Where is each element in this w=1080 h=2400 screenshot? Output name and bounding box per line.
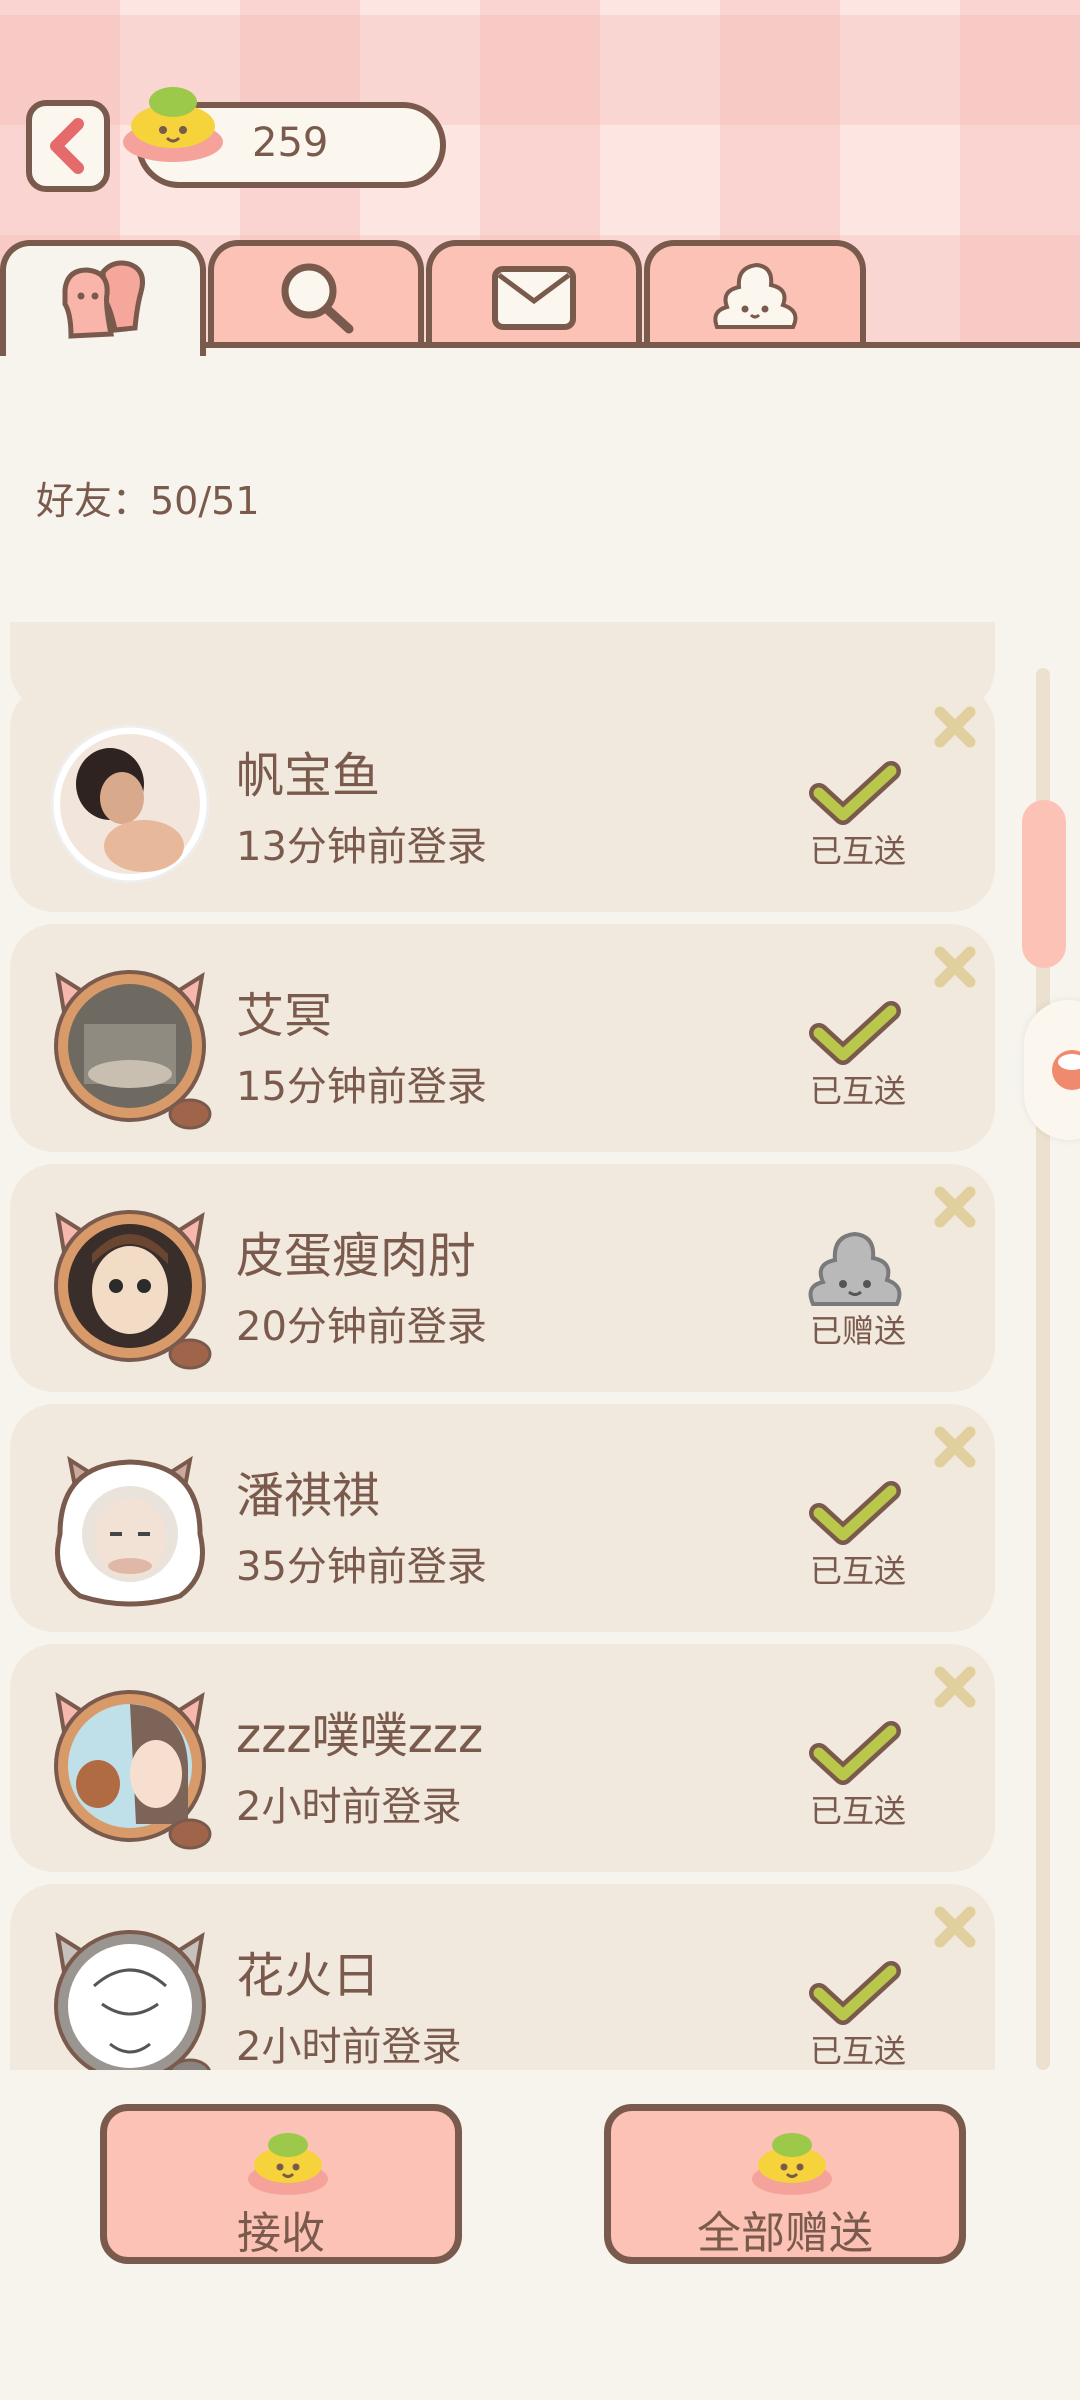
back-button[interactable] xyxy=(26,100,110,192)
check-icon xyxy=(809,1481,901,1545)
poop-coin-icon xyxy=(752,2133,832,2195)
chevron-left-icon xyxy=(50,118,84,174)
give-all-label: 全部赠送 xyxy=(697,2208,873,2259)
currency-count: 259 xyxy=(252,120,329,166)
gift-status: 已互送 xyxy=(810,1792,907,1830)
tab-search[interactable] xyxy=(208,240,424,348)
avatar[interactable] xyxy=(40,1914,220,2070)
last-login: 35分钟前登录 xyxy=(236,1544,487,1590)
search-icon xyxy=(281,263,354,334)
friend-name: 潘祺祺 xyxy=(236,1468,381,1524)
avatar[interactable] xyxy=(40,954,220,1134)
list-item[interactable]: 艾冥 15分钟前登录 已互送 xyxy=(10,924,995,1152)
check-icon xyxy=(809,761,901,825)
close-icon[interactable] xyxy=(930,1662,980,1712)
last-login: 13分钟前登录 xyxy=(236,824,487,870)
receive-label: 接收 xyxy=(237,2208,325,2259)
tab-poop[interactable] xyxy=(644,240,866,348)
mail-icon xyxy=(492,266,576,330)
last-login: 2小时前登录 xyxy=(236,2024,462,2070)
list-item[interactable]: 花火日 2小时前登录 已互送 xyxy=(10,1884,995,2070)
gift-status: 已赠送 xyxy=(810,1312,907,1350)
poop-coin-icon xyxy=(248,2133,328,2195)
scrollbar-thumb[interactable] xyxy=(1022,800,1066,968)
list-item[interactable]: zzz噗噗zzz 2小时前登录 已互送 xyxy=(10,1644,995,1872)
avatar[interactable] xyxy=(40,1434,220,1614)
gray-poop-icon xyxy=(808,1231,902,1306)
receive-button[interactable]: 接收 xyxy=(100,2104,462,2264)
friend-name: zzz噗噗zzz xyxy=(236,1708,484,1764)
check-icon xyxy=(809,1001,901,1065)
panda-hood-avatar xyxy=(55,1455,205,1607)
cat-frame-avatar xyxy=(54,1690,212,1850)
poop-icon xyxy=(1052,1050,1080,1090)
avatar[interactable] xyxy=(40,714,220,894)
check-icon xyxy=(809,1721,901,1785)
tab-friends[interactable] xyxy=(0,240,206,356)
last-login: 15分钟前登录 xyxy=(236,1064,487,1110)
friend-list[interactable]: 帆宝鱼 13分钟前登录 已互送 艾冥 15分钟前登录 已互送 皮蛋瘦肉肘 20分… xyxy=(0,622,1000,2070)
cat-frame-avatar xyxy=(54,1210,212,1370)
cat-frame-avatar xyxy=(54,970,212,1130)
poop-coin-icon xyxy=(123,87,223,162)
friend-name: 艾冥 xyxy=(236,988,333,1044)
close-icon[interactable] xyxy=(930,1422,980,1472)
gift-status: 已互送 xyxy=(810,1552,907,1590)
friends-icon xyxy=(62,260,145,339)
close-icon[interactable] xyxy=(930,1902,980,1952)
poop-icon xyxy=(713,262,798,329)
gift-status: 已互送 xyxy=(810,832,907,870)
close-icon[interactable] xyxy=(930,1182,980,1232)
check-icon xyxy=(809,1961,901,2025)
close-icon[interactable] xyxy=(930,702,980,752)
list-item[interactable]: 帆宝鱼 13分钟前登录 已互送 xyxy=(10,684,995,912)
friend-count: 好友：50/51 xyxy=(36,479,260,523)
gray-cat-frame-avatar xyxy=(54,1930,211,2070)
avatar[interactable] xyxy=(40,1674,220,1854)
last-login: 2小时前登录 xyxy=(236,1784,462,1830)
tab-mail[interactable] xyxy=(426,240,642,348)
floating-edge-button[interactable] xyxy=(1024,1000,1080,1140)
friend-name: 花火日 xyxy=(236,1948,381,2004)
list-item[interactable]: 潘祺祺 35分钟前登录 已互送 xyxy=(10,1404,995,1632)
avatar[interactable] xyxy=(40,1194,220,1374)
photo-avatar xyxy=(50,724,210,884)
friend-name: 皮蛋瘦肉肘 xyxy=(236,1228,477,1284)
list-item[interactable]: 皮蛋瘦肉肘 20分钟前登录 已赠送 xyxy=(10,1164,995,1392)
close-icon[interactable] xyxy=(930,942,980,992)
friend-name: 帆宝鱼 xyxy=(236,748,381,804)
give-all-button[interactable]: 全部赠送 xyxy=(604,2104,966,2264)
gift-status: 已互送 xyxy=(810,2032,907,2070)
gift-status: 已互送 xyxy=(810,1072,907,1110)
last-login: 20分钟前登录 xyxy=(236,1304,487,1350)
